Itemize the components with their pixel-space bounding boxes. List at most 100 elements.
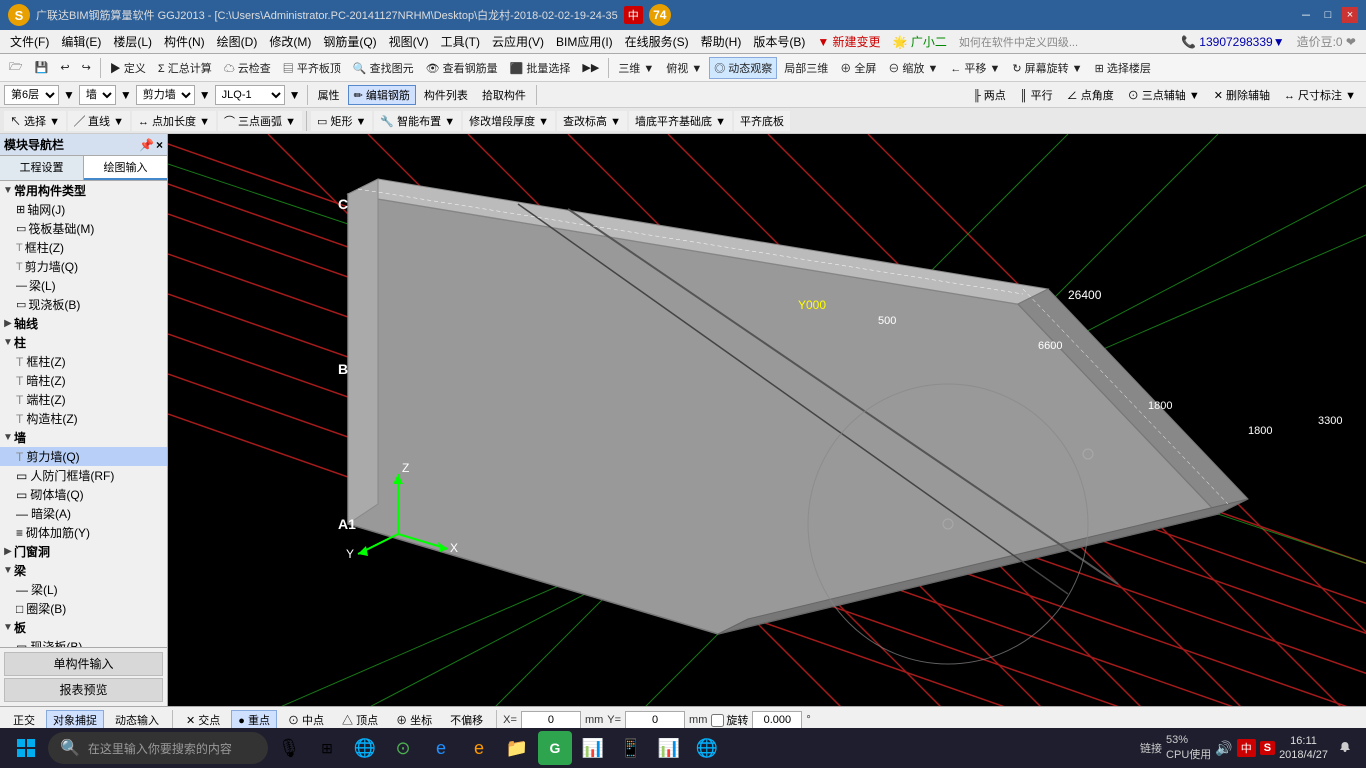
tree-dark-beam[interactable]: — 暗梁(A) [0, 504, 167, 523]
floor-select[interactable]: 第6层 [4, 85, 59, 105]
tree-arrow-common[interactable]: ▼ [2, 185, 14, 196]
tree-frame-col[interactable]: T 框柱(Z) [0, 238, 167, 257]
taskbar-edge-icon[interactable]: 🌐 [348, 731, 382, 765]
tree-cast-slab2[interactable]: ▭ 现浇板(B) [0, 637, 167, 647]
menu-draw[interactable]: 绘图(D) [211, 31, 264, 52]
snap-object[interactable]: 对象捕捉 [46, 710, 104, 730]
tree-arrow-beam[interactable]: ▼ [2, 565, 14, 576]
menu-cloud[interactable]: 云应用(V) [486, 31, 550, 52]
tree-axis-section[interactable]: ▶ 轴线 [0, 314, 167, 333]
tree-slab-section[interactable]: ▼ 板 [0, 618, 167, 637]
menu-phone[interactable]: 📞 13907298339▼ [1175, 33, 1291, 51]
menu-version[interactable]: 版本号(B) [747, 31, 811, 52]
tb-component-list[interactable]: 构件列表 [418, 85, 474, 105]
tree-door-window-section[interactable]: ▶ 门窗洞 [0, 542, 167, 561]
menu-modify[interactable]: 修改(M) [263, 31, 317, 52]
snap-dynamic-input[interactable]: 动态输入 [108, 710, 166, 730]
menu-floor[interactable]: 楼层(L) [107, 31, 158, 52]
tree-struct-col[interactable]: T 构造柱(Z) [0, 409, 167, 428]
component-type-select[interactable]: 墙 [79, 85, 116, 105]
tb-cloud-check[interactable]: ☁ 云检查 [219, 57, 276, 79]
canvas-area[interactable]: Y000 500 26400 6600 1800 1800 3300 600 C… [168, 134, 1366, 706]
taskbar-notification-icon[interactable] [1332, 735, 1358, 761]
menu-rebar[interactable]: 钢筋量(Q) [317, 31, 382, 52]
nav-work-setting[interactable]: 工程设置 [0, 156, 84, 180]
tree-cast-slab[interactable]: ▭ 现浇板(B) [0, 295, 167, 314]
tb-top-view[interactable]: 俯视 ▼ [661, 57, 707, 79]
tb-select-floor[interactable]: ⊞ 选择楼层 [1090, 57, 1156, 79]
tree-civil-defense-wall[interactable]: ▭ 人防门框墙(RF) [0, 466, 167, 485]
taskbar-ie2-icon[interactable]: e [462, 731, 496, 765]
tb-open[interactable]: 🗁 [4, 57, 28, 79]
tree-axis[interactable]: ⊞ 轴网(J) [0, 200, 167, 219]
tree-shear-wall2[interactable]: T 剪力墙(Q) [0, 447, 167, 466]
taskbar-mic-icon[interactable]: 🎙 [272, 731, 306, 765]
tree-col-section[interactable]: ▼ 柱 [0, 333, 167, 352]
tb-find[interactable]: 🔍 查找图元 [348, 57, 419, 79]
tree-arrow-col[interactable]: ▼ [2, 337, 14, 348]
tb-check-elevation[interactable]: 查改标高 ▼ [557, 111, 627, 131]
tb-batch-select[interactable]: ⬛ 批量选择 [505, 57, 576, 79]
tb-local-3d[interactable]: 局部三维 [779, 57, 833, 79]
tb-modify-thickness[interactable]: 修改增段厚度 ▼ [463, 111, 555, 131]
tree-shear-wall[interactable]: T 剪力墙(Q) [0, 257, 167, 276]
tb-dimension[interactable]: ↔ 尺寸标注 ▼ [1278, 85, 1362, 105]
tb-pan[interactable]: ← 平移 ▼ [945, 57, 1005, 79]
tb-redo[interactable]: ↪ [77, 57, 96, 79]
tree-frame-col2[interactable]: T 框柱(Z) [0, 352, 167, 371]
taskbar-volume-icon[interactable]: 🔊 [1215, 740, 1232, 757]
tb-point-extend[interactable]: ↔ 点加长度 ▼ [132, 111, 216, 131]
tb-zoom[interactable]: ⊖ 缩放 ▼ [883, 57, 943, 79]
tb-calc[interactable]: Σ 汇总计算 [153, 57, 217, 79]
menu-help[interactable]: 帮助(H) [695, 31, 748, 52]
tb-properties[interactable]: 属性 [312, 85, 346, 105]
tb-smart-place[interactable]: 🔧 智能布置 ▼ [374, 111, 461, 131]
tb-pick-component[interactable]: 拾取构件 [476, 85, 532, 105]
menu-file[interactable]: 文件(F) [4, 31, 55, 52]
taskbar-phone-icon[interactable]: 📱 [614, 731, 648, 765]
wall-type-select[interactable]: 剪力墙 [136, 85, 195, 105]
menu-view[interactable]: 视图(V) [383, 31, 435, 52]
menu-online[interactable]: 在线服务(S) [619, 31, 695, 52]
tb-save[interactable]: 💾 [30, 57, 54, 79]
tb-3d[interactable]: 三维 ▼ [613, 57, 659, 79]
tb-align-top[interactable]: ▤ 平齐板顶 [278, 57, 346, 79]
tb-undo[interactable]: ↩ [55, 57, 74, 79]
tree-common-section[interactable]: ▼ 常用构件类型 [0, 181, 167, 200]
snap-center[interactable]: ⊙ 中点 [281, 710, 331, 730]
tb-align-base[interactable]: 墙底平齐基础底 ▼ [629, 111, 732, 131]
tb-rectangle[interactable]: ▭ 矩形 ▼ [311, 111, 372, 131]
start-button[interactable] [8, 730, 44, 766]
snap-vertex[interactable]: △ 顶点 [335, 710, 385, 730]
close-button[interactable]: × [1342, 7, 1358, 23]
snap-y-input[interactable] [625, 711, 685, 729]
tb-three-arc[interactable]: ⌒ 三点画弧 ▼ [218, 111, 302, 131]
snap-intersection[interactable]: ✕ 交点 [179, 710, 227, 730]
snap-rotate-input[interactable] [752, 711, 802, 729]
taskbar-task-view[interactable]: ⊞ [310, 731, 344, 765]
taskbar-gcal-icon[interactable]: 📊 [576, 731, 610, 765]
taskbar-chart-icon[interactable]: 📊 [652, 731, 686, 765]
tree-wall-section[interactable]: ▼ 墙 [0, 428, 167, 447]
tree-arrow-dw[interactable]: ▶ [2, 546, 14, 557]
menu-ad[interactable]: 🌟 广小二 [887, 31, 953, 52]
tree-end-col[interactable]: T 端柱(Z) [0, 390, 167, 409]
snap-no-offset[interactable]: 不偏移 [443, 710, 490, 730]
tb-del-aux[interactable]: ✕ 删除辅轴 [1208, 85, 1276, 105]
tb-edit-rebar[interactable]: ✏ 编辑钢筋 [348, 85, 416, 105]
tb-point-angle[interactable]: ∠ 点角度 [1061, 85, 1120, 105]
tree-arrow-axis[interactable]: ▶ [2, 318, 14, 329]
nav-draw-input[interactable]: 绘图输入 [84, 156, 167, 180]
tb-three-point-aux[interactable]: ⊙ 三点辅轴 ▼ [1122, 85, 1206, 105]
snap-x-input[interactable] [521, 711, 581, 729]
taskbar-ie-icon[interactable]: e [424, 731, 458, 765]
menu-price[interactable]: 造价豆:0 ❤ [1291, 31, 1362, 52]
taskbar-folder-icon[interactable]: 📁 [500, 731, 534, 765]
tb-parallel[interactable]: ║ 平行 [1014, 85, 1059, 105]
tree-ring-beam[interactable]: □ 圈梁(B) [0, 599, 167, 618]
tree-arrow-slab[interactable]: ▼ [2, 622, 14, 633]
snap-midpoint[interactable]: ● 重点 [231, 710, 277, 730]
tree-beam2[interactable]: — 梁(L) [0, 580, 167, 599]
report-preview-btn[interactable]: 报表预览 [4, 678, 163, 702]
single-component-input-btn[interactable]: 单构件输入 [4, 652, 163, 676]
